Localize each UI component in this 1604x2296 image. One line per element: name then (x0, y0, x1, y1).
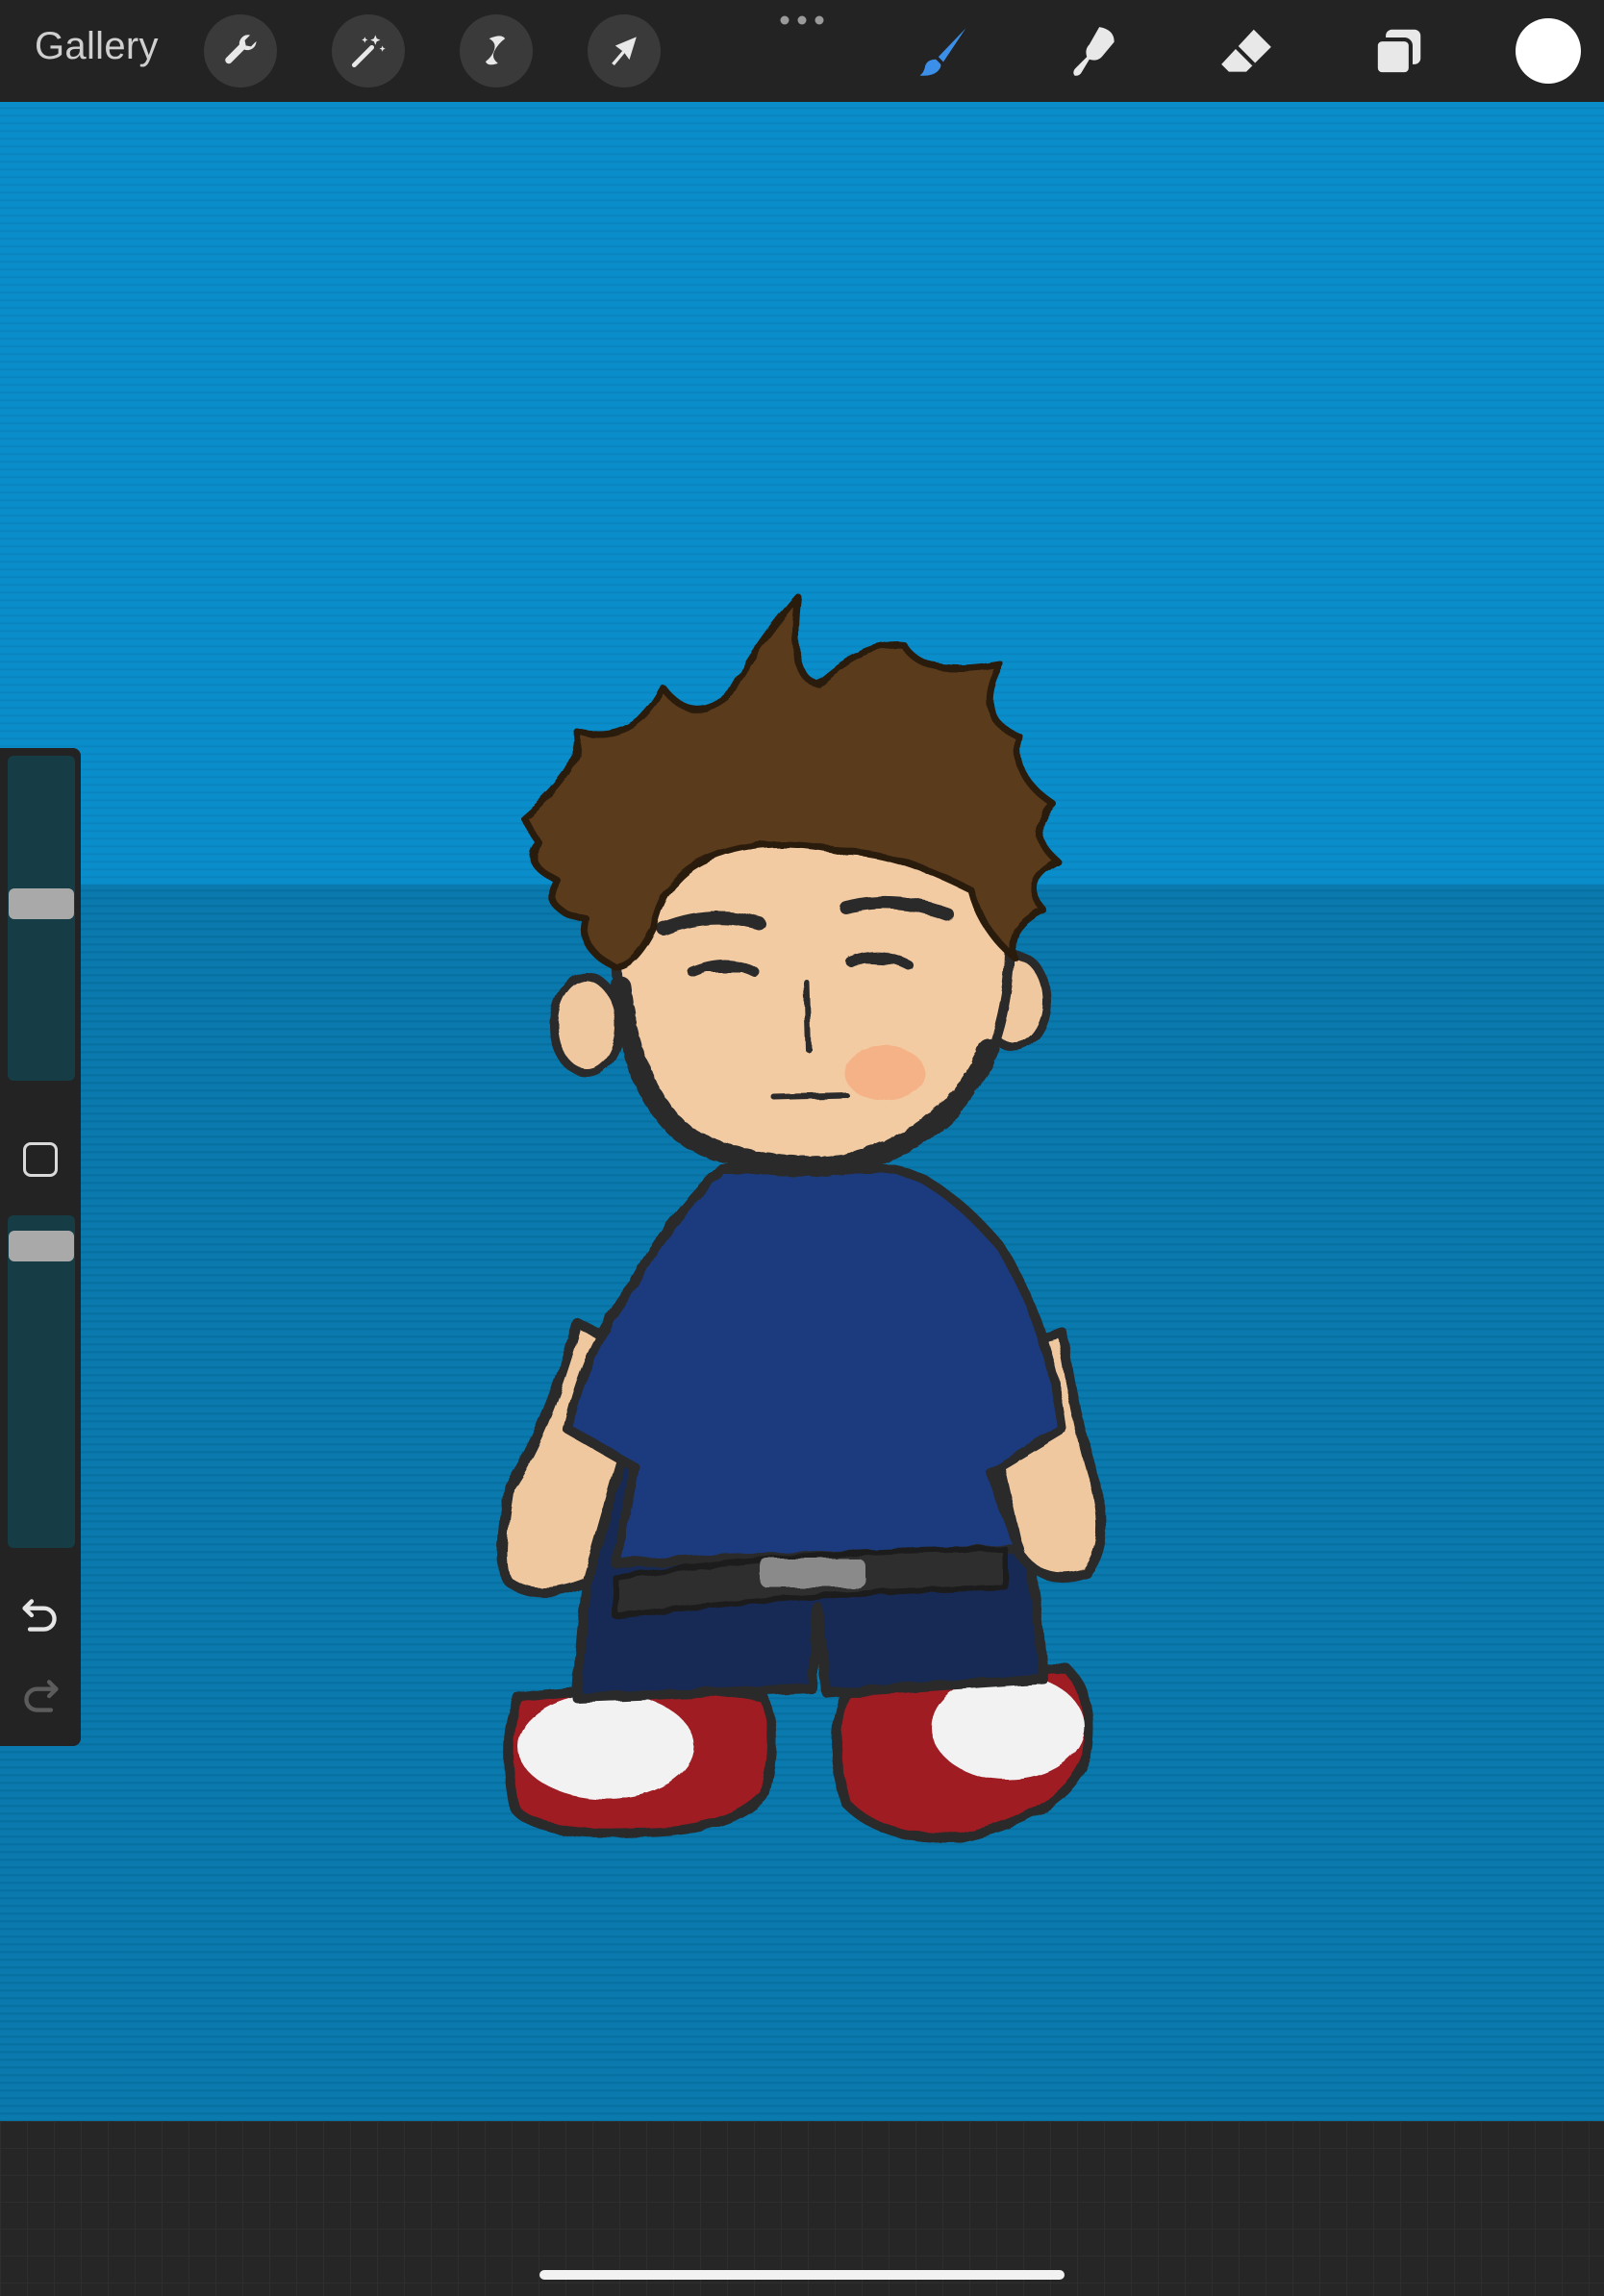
sidebar (0, 748, 81, 1746)
opacity-slider-handle[interactable] (9, 1231, 74, 1261)
drawing-canvas[interactable] (0, 102, 1604, 2121)
brush-icon (919, 28, 966, 76)
adjustments-button[interactable] (332, 14, 405, 87)
magic-wand-icon (351, 35, 386, 68)
selection-button[interactable] (460, 14, 533, 87)
more-options-icon[interactable] (779, 13, 825, 27)
smudge-icon (1073, 27, 1115, 76)
layers-icon (1373, 29, 1421, 77)
character-illustration (497, 593, 1107, 1843)
layers-button[interactable] (1366, 19, 1431, 85)
top-toolbar: Gallery (0, 0, 1604, 103)
transform-button[interactable] (588, 14, 661, 87)
selection-icon (486, 36, 506, 65)
eraser-tool-button[interactable] (1214, 19, 1279, 85)
actions-button[interactable] (204, 14, 277, 87)
modify-square-icon[interactable] (23, 1142, 58, 1177)
transform-arrow-icon (612, 37, 637, 66)
undo-icon[interactable] (19, 1596, 62, 1635)
gallery-button[interactable]: Gallery (35, 25, 159, 68)
brush-size-slider-handle[interactable] (9, 888, 74, 919)
paint-tool-button[interactable] (911, 19, 976, 85)
home-indicator[interactable] (539, 2270, 1065, 2280)
opacity-slider[interactable] (8, 1215, 75, 1548)
smudge-tool-button[interactable] (1062, 19, 1127, 85)
redo-icon[interactable] (19, 1677, 62, 1715)
brush-size-slider[interactable] (8, 756, 75, 1081)
wrench-icon (225, 35, 257, 64)
color-picker-button[interactable] (1516, 18, 1581, 84)
eraser-icon (1221, 29, 1271, 72)
